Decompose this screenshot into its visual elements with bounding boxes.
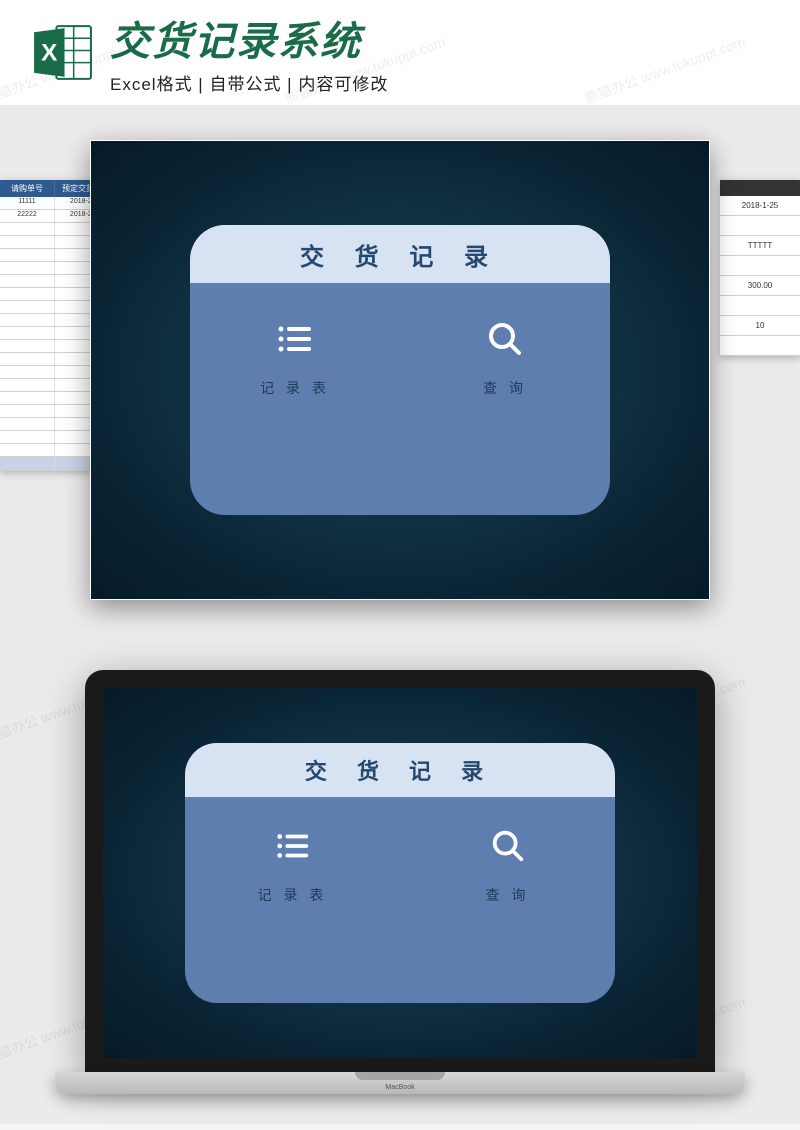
menu-card: 交 货 记 录 — [185, 743, 615, 1003]
menu-item-search[interactable]: 查 询 — [400, 825, 615, 999]
menu-label: 记 录 表 — [260, 378, 330, 398]
menu-label: 查 询 — [486, 885, 530, 905]
page-title: 交货记录系统 — [110, 20, 770, 64]
page-subtitle: Excel格式 | 自带公式 | 内容可修改 — [110, 70, 770, 95]
table-cell — [720, 256, 800, 276]
table-cell: 300.00 — [720, 276, 800, 296]
laptop-mockup: 交 货 记 录 — [85, 670, 715, 1094]
excel-icon: X — [30, 20, 95, 85]
menu-label: 记 录 表 — [258, 885, 328, 905]
table-cell — [720, 296, 800, 316]
col-header: 请购单号 — [0, 180, 55, 197]
menu-label: 查 询 — [483, 378, 527, 398]
laptop-mockup-area: 交 货 记 录 — [0, 620, 800, 1124]
menu-item-records[interactable]: 记 录 表 — [190, 318, 400, 515]
menu-item-records[interactable]: 记 录 表 — [185, 825, 400, 999]
search-icon — [487, 825, 529, 867]
header-text: 交货记录系统 Excel格式 | 自带公式 | 内容可修改 — [110, 20, 770, 95]
svg-text:X: X — [41, 40, 58, 67]
table-cell — [720, 216, 800, 236]
laptop-base: MacBook — [55, 1072, 745, 1094]
search-icon — [484, 318, 526, 360]
table-cell: 11111 — [0, 197, 55, 209]
table-cell: 10 — [720, 316, 800, 336]
laptop-brand: MacBook — [385, 1084, 414, 1091]
main-preview-card: 交 货 记 录 记 — [90, 140, 710, 600]
card-title: 交 货 记 录 — [185, 743, 615, 797]
table-cell: 22222 — [0, 210, 55, 222]
page-header: X 交货记录系统 Excel格式 | 自带公式 | 内容可修改 — [0, 0, 800, 105]
card-title: 交 货 记 录 — [190, 225, 610, 283]
right-spreadsheet: 2018-1-25 TTTTT 300.00 10 — [720, 180, 800, 356]
table-cell — [720, 336, 800, 356]
menu-card: 交 货 记 录 记 — [190, 225, 610, 515]
menu-item-search[interactable]: 查 询 — [400, 318, 610, 515]
table-cell: TTTTT — [720, 236, 800, 256]
preview-area: 请购单号 预定交货日 111112018-2-222222018-2- 2018… — [0, 105, 800, 620]
list-icon — [272, 825, 314, 867]
laptop-screen: 交 货 记 录 — [103, 688, 697, 1058]
page-root: 熊猫办公 www.tukuppt.com 熊猫办公 www.tukuppt.co… — [0, 0, 800, 1130]
list-icon — [274, 318, 316, 360]
table-cell: 2018-1-25 — [720, 196, 800, 216]
